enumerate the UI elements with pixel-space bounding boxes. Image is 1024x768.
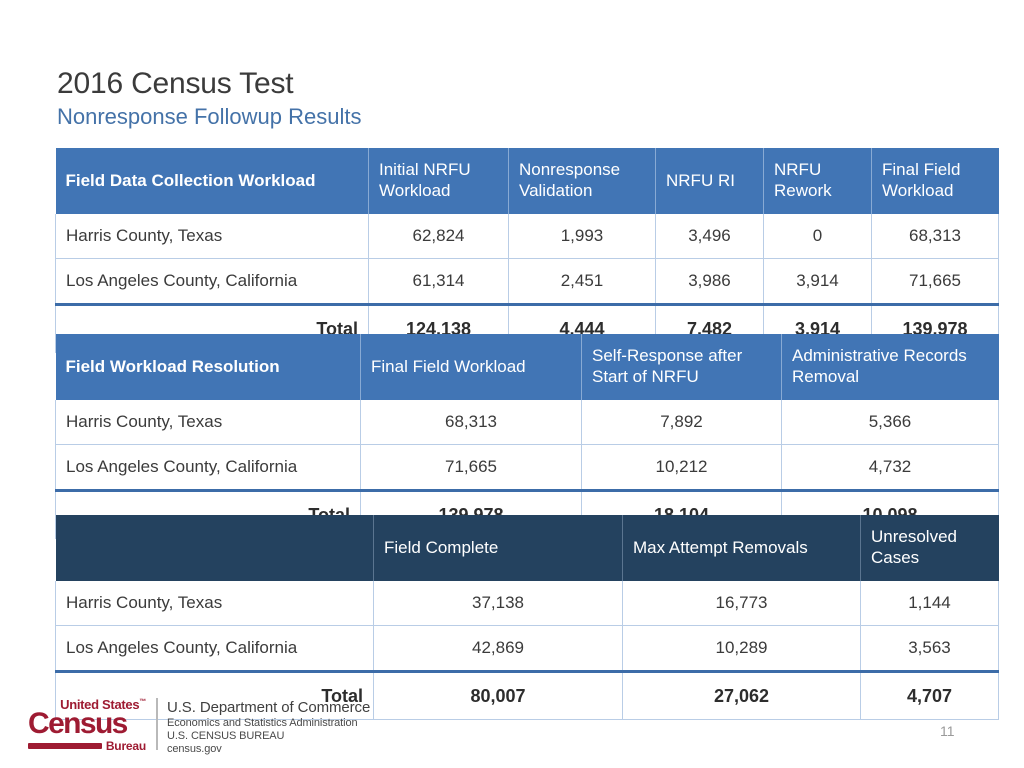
table-row: Harris County, Texas 37,138 16,773 1,144 bbox=[55, 581, 999, 626]
department-website: census.gov bbox=[167, 742, 222, 755]
page-title: 2016 Census Test bbox=[57, 67, 294, 100]
table1-header-col1: Initial NRFU Workload bbox=[368, 148, 509, 214]
page-number: 11 bbox=[940, 723, 955, 739]
table-row: Los Angeles County, California 61,314 2,… bbox=[55, 258, 999, 305]
table3-header-col3: Unresolved Cases bbox=[860, 515, 999, 581]
table2-header-col3: Administrative Records Removal bbox=[781, 334, 999, 400]
logo-census-label: Census bbox=[28, 707, 128, 740]
table3-row1-name: Los Angeles County, California bbox=[55, 625, 374, 672]
table1-header-col5: Final Field Workload bbox=[871, 148, 999, 214]
table1-header-col3: NRFU RI bbox=[655, 148, 764, 214]
title-block: 2016 Census Test Nonresponse Followup Re… bbox=[57, 67, 957, 130]
table3-total-c1: 80,007 bbox=[373, 670, 623, 720]
table2-header-row: Field Workload Resolution Final Field Wo… bbox=[55, 334, 999, 400]
department-bureau: U.S. CENSUS BUREAU bbox=[167, 729, 285, 742]
census-bureau-logo: United States™ Census Bureau U.S. Depart… bbox=[28, 698, 370, 756]
trademark-icon: ™ bbox=[139, 698, 146, 706]
table-row: Los Angeles County, California 42,869 10… bbox=[55, 625, 999, 672]
logo-divider bbox=[156, 698, 158, 750]
table1-header-label: Field Data Collection Workload bbox=[65, 170, 316, 190]
table2-row1-name: Los Angeles County, California bbox=[55, 444, 361, 491]
table1-row0-c1: 62,824 bbox=[368, 214, 509, 259]
department-text: U.S. Department of Commerce Economics an… bbox=[167, 698, 370, 756]
table3-row0-c3: 1,144 bbox=[860, 581, 999, 626]
department-name: U.S. Department of Commerce bbox=[167, 699, 371, 716]
table2-row1-c3: 4,732 bbox=[781, 444, 999, 491]
table1-row1-c2: 2,451 bbox=[508, 258, 656, 305]
table2-header-label: Field Workload Resolution bbox=[65, 356, 280, 376]
table1-row1-c5: 71,665 bbox=[871, 258, 999, 305]
logo-bureau-label: Bureau bbox=[105, 738, 146, 753]
table1-row1-c3: 3,986 bbox=[655, 258, 764, 305]
table1-row0-c4: 0 bbox=[763, 214, 872, 259]
table3-total-c3: 4,707 bbox=[860, 670, 999, 720]
table-row: Los Angeles County, California 71,665 10… bbox=[55, 444, 999, 491]
table3-row1-c1: 42,869 bbox=[373, 625, 623, 672]
table2-row1-c1: 71,665 bbox=[360, 444, 582, 491]
table1-header-col4: NRFU Rework bbox=[763, 148, 872, 214]
logo-bar-fill bbox=[28, 742, 102, 749]
logo-united-states-label: United States bbox=[60, 697, 140, 712]
table3-total-c2: 27,062 bbox=[622, 670, 861, 720]
table3-row0-c2: 16,773 bbox=[622, 581, 861, 626]
table2-row0-c3: 5,366 bbox=[781, 400, 999, 445]
table3-header-col2: Max Attempt Removals bbox=[622, 515, 861, 581]
table3-header-col1: Field Complete bbox=[373, 515, 623, 581]
table1-row0-c2: 1,993 bbox=[508, 214, 656, 259]
table1-row1-c1: 61,314 bbox=[368, 258, 509, 305]
table3-header-row: Field Complete Max Attempt Removals Unre… bbox=[55, 515, 999, 581]
census-wordmark: United States™ Census Bureau bbox=[28, 698, 154, 752]
table1-row0-c5: 68,313 bbox=[871, 214, 999, 259]
table2-row0-c2: 7,892 bbox=[581, 400, 782, 445]
page-subtitle: Nonresponse Followup Results bbox=[57, 104, 362, 130]
field-outcome-table: Field Complete Max Attempt Removals Unre… bbox=[55, 515, 999, 720]
table2-row1-c2: 10,212 bbox=[581, 444, 782, 491]
table2-header-col2: Self-Response after Start of NRFU bbox=[581, 334, 782, 400]
table-row: Harris County, Texas 68,313 7,892 5,366 bbox=[55, 400, 999, 445]
table2-row0-name: Harris County, Texas bbox=[55, 400, 361, 445]
field-data-collection-workload-table: Field Data Collection Workload Initial N… bbox=[55, 148, 999, 353]
table3-row0-c1: 37,138 bbox=[373, 581, 623, 626]
table1-row1-name: Los Angeles County, California bbox=[55, 258, 369, 305]
table1-header-row: Field Data Collection Workload Initial N… bbox=[55, 148, 999, 214]
table2-header-col1: Final Field Workload bbox=[360, 334, 582, 400]
table2-row0-c1: 68,313 bbox=[360, 400, 582, 445]
table1-row1-c4: 3,914 bbox=[763, 258, 872, 305]
logo-united-states-text: United States™ bbox=[28, 698, 146, 711]
table3-row0-name: Harris County, Texas bbox=[55, 581, 374, 626]
table1-header-col2: Nonresponse Validation bbox=[508, 148, 656, 214]
logo-bar: Bureau bbox=[28, 740, 146, 752]
table1-row0-c3: 3,496 bbox=[655, 214, 764, 259]
department-admin: Economics and Statistics Administration bbox=[167, 716, 358, 729]
table1-row0-name: Harris County, Texas bbox=[55, 214, 369, 259]
table3-row1-c3: 3,563 bbox=[860, 625, 999, 672]
field-workload-resolution-table: Field Workload Resolution Final Field Wo… bbox=[55, 334, 999, 539]
table-row: Harris County, Texas 62,824 1,993 3,496 … bbox=[55, 214, 999, 259]
table3-row1-c2: 10,289 bbox=[622, 625, 861, 672]
